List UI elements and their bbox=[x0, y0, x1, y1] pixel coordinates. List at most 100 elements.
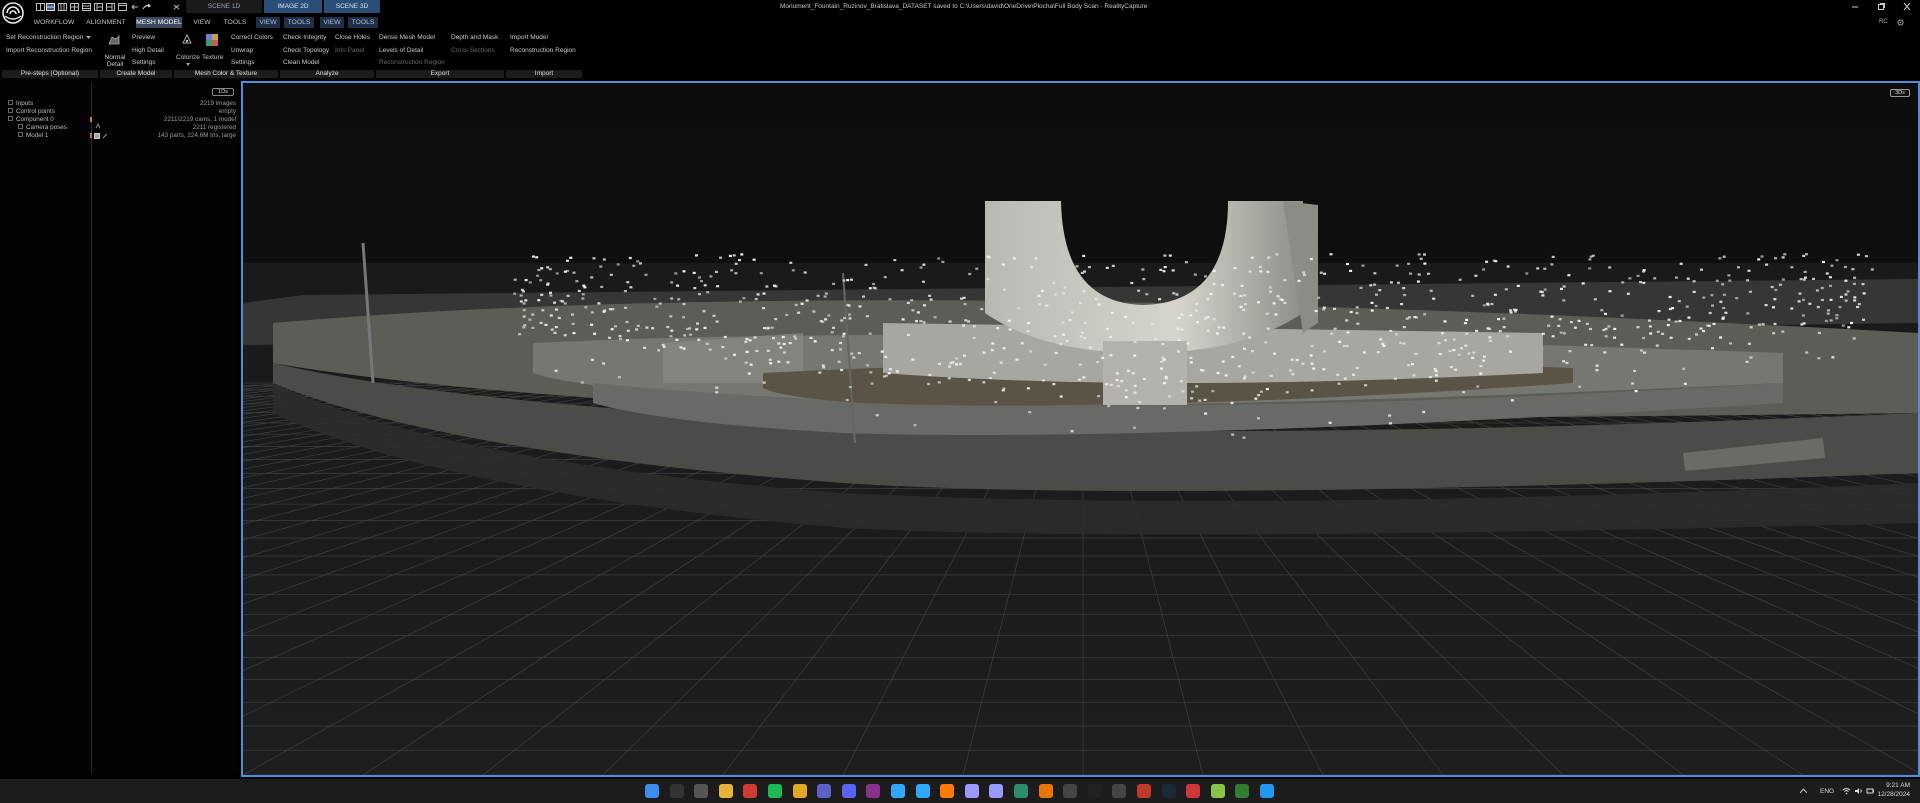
mixer-icon[interactable] bbox=[1137, 784, 1151, 798]
tab-image-2d[interactable]: IMAGE 2D bbox=[264, 0, 322, 13]
import-reconstruction-region-ribbon-button[interactable]: Reconstruction Region bbox=[510, 47, 576, 54]
task-view-icon[interactable] bbox=[694, 784, 709, 798]
menu-tools-2d[interactable]: TOOLS bbox=[284, 17, 314, 28]
clock-time[interactable]: 9:21 AM bbox=[1878, 782, 1910, 789]
viewport-view-badge[interactable]: 3Ds bbox=[1890, 89, 1910, 97]
texture-button[interactable]: Texture bbox=[202, 54, 223, 61]
menu-workflow[interactable]: WORKFLOW bbox=[32, 17, 76, 28]
tree-item-inputs[interactable]: Inputs bbox=[8, 99, 33, 107]
info-panel-button[interactable]: Info Panel bbox=[335, 47, 364, 54]
preview-button[interactable]: Preview bbox=[132, 34, 155, 41]
clean-model-button[interactable]: Clean Model bbox=[283, 59, 320, 66]
create-settings-button[interactable]: Settings bbox=[132, 59, 156, 66]
affinity-icon[interactable] bbox=[1014, 784, 1028, 798]
github-icon[interactable] bbox=[1063, 784, 1078, 798]
tree-item-component[interactable]: Component 0 bbox=[8, 115, 54, 123]
chevron-down-icon[interactable] bbox=[186, 63, 190, 66]
tab-scene-3d[interactable]: SCENE 3D bbox=[324, 0, 380, 13]
chrome-red-icon[interactable] bbox=[743, 784, 758, 798]
layout-2-icon[interactable] bbox=[46, 3, 55, 11]
panel-view-badge[interactable]: 1Ds bbox=[212, 88, 234, 96]
levels-of-detail-button[interactable]: Levels of Detail bbox=[379, 47, 423, 54]
after-effects-icon[interactable] bbox=[989, 784, 1004, 798]
chevron-up-icon[interactable] bbox=[1800, 788, 1807, 793]
search-icon[interactable] bbox=[669, 784, 684, 798]
unwrap-button[interactable]: Unwrap bbox=[231, 47, 253, 54]
layout-1-icon[interactable] bbox=[36, 3, 45, 11]
illustrator-icon[interactable] bbox=[940, 784, 955, 798]
menu-view-2d[interactable]: VIEW bbox=[256, 17, 280, 28]
layout-7-icon[interactable] bbox=[106, 3, 115, 11]
riot-icon[interactable] bbox=[1186, 784, 1201, 798]
flag-icon[interactable] bbox=[1235, 784, 1250, 798]
tree-item-camera-poses[interactable]: Camera poses bbox=[18, 123, 67, 131]
cross-sections-button[interactable]: Cross Sections bbox=[451, 47, 495, 54]
close-window-icon[interactable] bbox=[1902, 2, 1912, 11]
check-topology-button[interactable]: Check Topology bbox=[283, 47, 329, 54]
check-integrity-button[interactable]: Check Integrity bbox=[283, 34, 326, 41]
layout-6-icon[interactable] bbox=[94, 3, 103, 11]
tree-item-model[interactable]: Model 1 bbox=[18, 131, 48, 139]
set-reconstruction-region-button[interactable]: Set Reconstruction Region bbox=[6, 34, 83, 41]
maximize-icon[interactable] bbox=[1876, 2, 1886, 11]
expand-icon[interactable] bbox=[18, 131, 23, 137]
close-view-icon[interactable] bbox=[172, 3, 181, 11]
dense-mesh-model-button[interactable]: Dense Mesh Model bbox=[379, 34, 435, 41]
clock-date[interactable]: 12/28/2024 bbox=[1874, 791, 1910, 798]
settings-icon[interactable] bbox=[1897, 19, 1904, 26]
expand-icon[interactable] bbox=[18, 123, 23, 129]
layout-5-icon[interactable] bbox=[82, 3, 91, 11]
menu-view[interactable]: VIEW bbox=[188, 17, 216, 28]
wifi-icon[interactable] bbox=[1842, 787, 1851, 795]
layout-4-icon[interactable] bbox=[70, 3, 79, 11]
chevron-down-icon[interactable] bbox=[86, 36, 91, 40]
layout-3-icon[interactable] bbox=[58, 3, 67, 11]
layout-8-icon[interactable] bbox=[118, 3, 127, 11]
windows-start-icon[interactable] bbox=[645, 784, 659, 798]
texture-icon[interactable] bbox=[205, 33, 219, 47]
winrar-icon[interactable] bbox=[866, 784, 881, 798]
menu-alignment[interactable]: ALIGNMENT bbox=[84, 17, 128, 28]
menu-mesh-model[interactable]: MESH MODEL bbox=[136, 17, 182, 28]
redo-icon[interactable] bbox=[142, 3, 151, 11]
high-detail-button[interactable]: High Detail bbox=[132, 47, 164, 54]
scene-3d-viewport[interactable]: 3Ds bbox=[241, 81, 1920, 777]
menu-tools[interactable]: TOOLS bbox=[220, 17, 250, 28]
blender-icon[interactable] bbox=[1038, 784, 1053, 798]
normal-detail-button[interactable]: Normal Detail bbox=[104, 54, 126, 68]
chrome-icon[interactable] bbox=[792, 784, 807, 798]
epic-icon[interactable] bbox=[1112, 784, 1127, 798]
volume-icon[interactable] bbox=[1854, 787, 1863, 795]
premiere-icon[interactable] bbox=[964, 784, 979, 798]
expand-icon[interactable] bbox=[8, 99, 13, 105]
unreal-icon[interactable] bbox=[1087, 784, 1102, 798]
import-reconstruction-region-button[interactable]: Import Reconstruction Region bbox=[6, 47, 92, 54]
import-model-button[interactable]: Import Model bbox=[510, 34, 548, 41]
expand-icon[interactable] bbox=[8, 107, 13, 113]
discord-icon[interactable] bbox=[841, 784, 856, 798]
menu-tools-3d[interactable]: TOOLS bbox=[348, 17, 378, 28]
spotify-icon[interactable] bbox=[768, 784, 782, 798]
lightroom-icon[interactable] bbox=[915, 784, 930, 798]
tree-item-control-points[interactable]: Control points bbox=[8, 107, 55, 115]
minimize-icon[interactable] bbox=[1850, 2, 1860, 11]
shield-icon[interactable] bbox=[1210, 784, 1225, 798]
texture-settings-button[interactable]: Settings bbox=[231, 59, 255, 66]
tab-scene-1d[interactable]: SCENE 1D bbox=[186, 0, 262, 13]
steam-icon[interactable] bbox=[1161, 784, 1176, 798]
undo-icon[interactable] bbox=[130, 3, 139, 11]
collapse-icon[interactable] bbox=[8, 115, 13, 121]
depth-and-mask-button[interactable]: Depth and Mask bbox=[451, 34, 498, 41]
colorize-button[interactable]: Colorize bbox=[176, 54, 200, 61]
correct-colors-button[interactable]: Correct Colors bbox=[231, 34, 273, 41]
language-indicator[interactable]: ENG bbox=[1820, 788, 1834, 795]
menu-view-3d[interactable]: VIEW bbox=[320, 17, 344, 28]
teams-icon[interactable] bbox=[817, 784, 832, 798]
point-cloud-render[interactable] bbox=[243, 83, 1918, 775]
photoshop-icon[interactable] bbox=[891, 784, 905, 798]
export-reconstruction-region-button[interactable]: Reconstruction Region bbox=[379, 59, 445, 66]
close-holes-button[interactable]: Close Holes bbox=[335, 34, 370, 41]
safari-icon[interactable] bbox=[1260, 784, 1274, 798]
normal-detail-icon[interactable] bbox=[107, 34, 121, 46]
file-explorer-icon[interactable] bbox=[718, 784, 733, 798]
